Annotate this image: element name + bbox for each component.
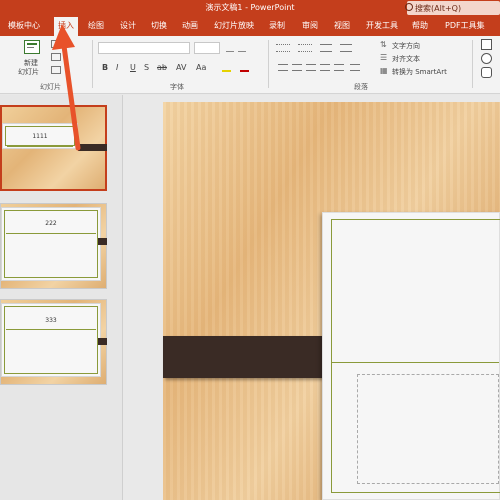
underline-button[interactable]: U	[130, 63, 136, 72]
increase-font-icon[interactable]	[226, 44, 234, 52]
align-right-icon[interactable]	[306, 64, 316, 71]
thumbnail-card-line	[6, 329, 96, 330]
ribbon-separator	[92, 40, 93, 88]
new-slide-icon[interactable]	[24, 40, 40, 54]
columns-icon[interactable]	[350, 64, 360, 71]
line-spacing-icon[interactable]	[340, 44, 352, 52]
font-name-combo[interactable]	[98, 42, 190, 54]
slide-canvas	[123, 95, 500, 500]
tab-draw[interactable]: 绘图	[88, 20, 104, 31]
thumbnail-card: 333	[1, 303, 101, 377]
thumbnail-band	[78, 144, 107, 151]
distribute-icon[interactable]	[334, 64, 344, 71]
tab-developer[interactable]: 开发工具	[366, 20, 398, 31]
card-divider-line	[331, 362, 499, 363]
text-direction-icon: ⇅	[380, 40, 387, 49]
tab-review[interactable]: 审阅	[302, 20, 318, 31]
shadow-button[interactable]: S	[144, 63, 149, 72]
group-paragraph-label: 段落	[354, 83, 368, 91]
tab-template-center[interactable]: 模板中心	[8, 20, 40, 31]
strikethrough-button[interactable]: ab	[157, 63, 167, 72]
search-box[interactable]: 搜索(Alt+Q)	[405, 1, 500, 15]
numbering-icon[interactable]	[298, 44, 312, 52]
ribbon-separator	[268, 40, 269, 88]
thumbnail-band	[98, 238, 107, 245]
font-color-icon[interactable]	[240, 63, 249, 72]
thumbnail-band	[98, 338, 107, 345]
thumbnail-number: 222	[45, 220, 57, 227]
align-text-icon: ☰	[380, 53, 388, 62]
change-case-button[interactable]: Aa	[196, 63, 206, 72]
indent-icon[interactable]	[320, 44, 332, 52]
ribbon-tabs: 模板中心 插入 绘图 设计 切换 动画 幻灯片放映 录制 审阅 视图 开发工具 …	[0, 16, 500, 36]
justify-icon[interactable]	[320, 64, 330, 71]
shape-oval-icon[interactable]	[481, 53, 492, 64]
group-slides-label: 幻灯片	[40, 83, 61, 91]
shape-rounded-icon[interactable]	[481, 67, 492, 78]
font-size-combo[interactable]	[194, 42, 220, 54]
tab-insert[interactable]: 插入	[54, 17, 78, 36]
tab-slideshow[interactable]: 幻灯片放映	[214, 20, 254, 31]
text-direction-button[interactable]: 文字方向	[392, 41, 420, 51]
italic-button[interactable]: I	[116, 63, 118, 72]
reset-icon[interactable]	[51, 53, 61, 61]
search-placeholder: 搜索(Alt+Q)	[415, 4, 462, 13]
content-placeholder[interactable]	[357, 374, 499, 484]
align-center-icon[interactable]	[292, 64, 302, 71]
section-icon[interactable]	[51, 66, 61, 74]
new-slide-label-2[interactable]: 幻灯片	[18, 67, 39, 77]
smartart-icon: ▦	[380, 66, 388, 75]
tab-design[interactable]: 设计	[120, 20, 136, 31]
thumbnail-number: 1111	[32, 133, 48, 140]
shapes-icon[interactable]	[481, 39, 492, 50]
slide-dark-band[interactable]	[163, 333, 343, 381]
slide-thumbnail-3[interactable]: 333	[0, 299, 107, 385]
align-text-button[interactable]: 对齐文本	[392, 54, 420, 64]
thumbnail-card-line	[6, 233, 96, 234]
thumbnail-card-line	[7, 146, 73, 147]
highlight-icon[interactable]	[222, 63, 231, 72]
slide-white-card[interactable]	[322, 212, 500, 500]
thumbnail-number: 333	[45, 317, 57, 324]
slide-thumbnail-pane: 1111 222 333	[0, 95, 122, 500]
slide-thumbnail-1[interactable]: 1111	[0, 105, 107, 191]
tab-animations[interactable]: 动画	[182, 20, 198, 31]
title-bar: 演示文稿1 - PowerPoint 搜索(Alt+Q)	[0, 0, 500, 16]
bold-button[interactable]: B	[102, 63, 108, 72]
slide-thumbnail-2[interactable]: 222	[0, 203, 107, 289]
tab-view[interactable]: 视图	[334, 20, 350, 31]
current-slide[interactable]	[163, 102, 500, 500]
layout-icon[interactable]	[51, 40, 61, 48]
smartart-button[interactable]: 转换为 SmartArt	[392, 67, 447, 77]
thumbnail-card: 222	[1, 207, 101, 281]
ribbon-separator	[472, 40, 473, 88]
char-spacing-button[interactable]: AV	[176, 63, 186, 72]
thumbnail-card: 1111	[2, 123, 78, 149]
bullets-icon[interactable]	[276, 44, 290, 52]
tab-record[interactable]: 录制	[269, 20, 285, 31]
search-icon	[405, 3, 413, 11]
tab-pdf-tools[interactable]: PDF工具集	[445, 20, 485, 31]
align-left-icon[interactable]	[278, 64, 288, 71]
decrease-font-icon[interactable]	[238, 44, 246, 52]
group-font-label: 字体	[170, 83, 184, 91]
tab-help[interactable]: 帮助	[412, 20, 428, 31]
tab-transitions[interactable]: 切换	[151, 20, 167, 31]
ribbon: 新建 幻灯片 幻灯片 B I U S ab AV Aa 字体 ⇅ 文字方向 ☰ …	[0, 36, 500, 94]
